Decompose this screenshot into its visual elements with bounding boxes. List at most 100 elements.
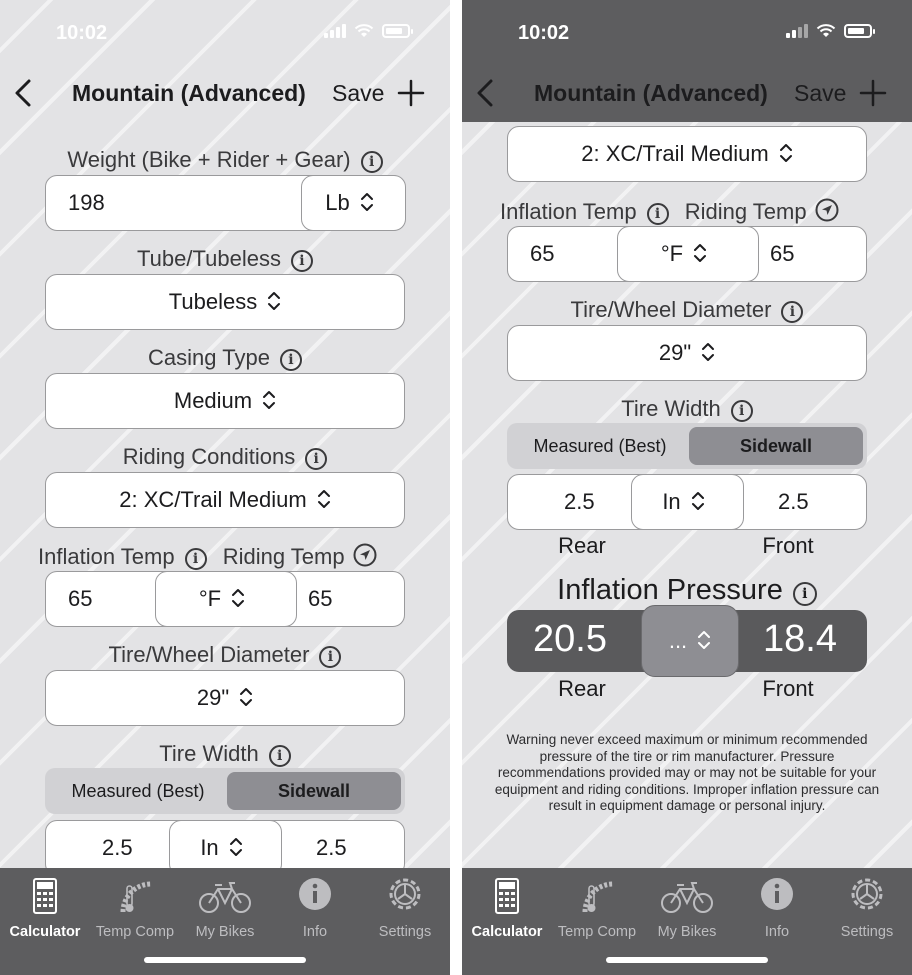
temp-unit-picker[interactable]: °F: [617, 226, 759, 282]
segment-measured[interactable]: Measured (Best): [511, 427, 689, 465]
tab-my-bikes[interactable]: My Bikes: [180, 876, 270, 940]
chevron-updown-icon: [240, 688, 253, 706]
tab-calculator[interactable]: Calculator: [462, 876, 552, 940]
pressure-title: Inflation Pressure: [557, 574, 783, 606]
chevron-updown-icon: [360, 193, 373, 211]
battery-icon: [382, 24, 413, 38]
status-bar: 10:02: [462, 0, 912, 64]
tab-label: Settings: [840, 924, 894, 940]
tab-settings[interactable]: Settings: [360, 876, 450, 940]
temp-unit-picker[interactable]: °F: [155, 571, 297, 627]
add-icon[interactable]: [859, 79, 887, 107]
cellular-signal-icon: [786, 24, 808, 38]
weight-label-row: Weight (Bike + Rider + Gear) i: [0, 147, 450, 173]
thermometer-gauge-icon: [120, 881, 152, 913]
tube-value: Tubeless: [168, 289, 258, 314]
pressure-info-icon[interactable]: i: [792, 582, 817, 606]
status-time: 10:02: [56, 22, 108, 44]
screen-top: 10:02 Mountain (Advanced) Save Weight (B…: [0, 0, 450, 975]
diameter-info-icon[interactable]: i: [319, 646, 342, 668]
weight-label: Weight (Bike + Rider + Gear): [67, 147, 351, 172]
casing-value: Medium: [173, 388, 253, 413]
front-width-value[interactable]: 2.5: [316, 835, 347, 861]
calculator-icon: [495, 878, 519, 914]
tab-label: Calculator: [9, 924, 81, 940]
conditions-picker[interactable]: 2: XC/Trail Medium: [507, 126, 867, 182]
wifi-icon: [354, 24, 374, 37]
diameter-picker[interactable]: 29": [45, 670, 405, 726]
inflation-temp-label: Inflation Temp: [38, 544, 175, 569]
width-info-icon[interactable]: i: [730, 400, 753, 422]
diameter-value: 29": [196, 685, 230, 710]
rear-width-value[interactable]: 2.5: [564, 489, 595, 515]
status-time: 10:02: [518, 22, 570, 44]
save-button[interactable]: Save: [332, 80, 384, 107]
tab-my-bikes[interactable]: My Bikes: [642, 876, 732, 940]
inflation-temp-value[interactable]: 65: [530, 241, 554, 267]
conditions-picker[interactable]: 2: XC/Trail Medium: [45, 472, 405, 528]
rear-pressure-value: 20.5: [533, 618, 607, 660]
thermometer-gauge-icon: [582, 881, 614, 913]
rear-width-value[interactable]: 2.5: [102, 835, 133, 861]
gear-icon: [389, 878, 421, 910]
width-unit-picker[interactable]: In: [631, 474, 744, 530]
front-width-label: Front: [762, 533, 814, 558]
add-icon[interactable]: [397, 79, 425, 107]
segment-measured[interactable]: Measured (Best): [49, 772, 227, 810]
temperature-field[interactable]: 65 °F 65: [507, 226, 867, 282]
tab-settings[interactable]: Settings: [822, 876, 912, 940]
inflation-temp-value[interactable]: 65: [68, 586, 92, 612]
location-arrow-icon[interactable]: [815, 198, 839, 222]
casing-info-icon[interactable]: i: [279, 349, 302, 371]
cellular-signal-icon: [324, 24, 346, 38]
calculator-icon: [33, 878, 57, 914]
width-field[interactable]: 2.5 In 2.5: [507, 474, 867, 530]
riding-temp-value[interactable]: 65: [308, 586, 332, 612]
riding-temp-label: Riding Temp: [222, 544, 345, 569]
back-chevron-icon[interactable]: [474, 78, 498, 108]
tube-info-icon[interactable]: i: [290, 250, 313, 272]
home-indicator: [144, 957, 306, 963]
tab-info[interactable]: Info: [732, 876, 822, 940]
tab-temp-comp[interactable]: Temp Comp: [552, 876, 642, 940]
inflation-temp-info-icon[interactable]: i: [184, 548, 207, 570]
tab-label: Calculator: [471, 924, 543, 940]
inflation-temp-info-icon[interactable]: i: [646, 203, 669, 225]
back-chevron-icon[interactable]: [12, 78, 36, 108]
pressure-unit-picker[interactable]: ...: [641, 605, 739, 677]
bicycle-icon: [199, 882, 251, 913]
location-arrow-icon[interactable]: [353, 543, 377, 567]
segment-sidewall[interactable]: Sidewall: [689, 427, 863, 465]
width-info-icon[interactable]: i: [268, 745, 291, 767]
riding-temp-value[interactable]: 65: [770, 241, 794, 267]
diameter-picker[interactable]: 29": [507, 325, 867, 381]
tab-info[interactable]: Info: [270, 876, 360, 940]
tab-temp-comp[interactable]: Temp Comp: [90, 876, 180, 940]
width-unit: In: [200, 835, 219, 860]
weight-info-icon[interactable]: i: [360, 151, 383, 173]
riding-temp-label: Riding Temp: [684, 199, 807, 224]
inflation-temp-label: Inflation Temp: [500, 199, 637, 224]
conditions-info-icon[interactable]: i: [305, 448, 328, 470]
temperature-field[interactable]: 65 °F 65: [45, 571, 405, 627]
diameter-info-icon[interactable]: i: [781, 301, 804, 323]
chevron-updown-icon: [317, 490, 330, 508]
weight-field[interactable]: 198 Lb: [45, 175, 406, 231]
segment-sidewall[interactable]: Sidewall: [227, 772, 401, 810]
tube-picker[interactable]: Tubeless: [45, 274, 405, 330]
chevron-updown-icon: [232, 589, 245, 607]
tab-label: Info: [302, 924, 328, 940]
tab-calculator[interactable]: Calculator: [0, 876, 90, 940]
front-width-value[interactable]: 2.5: [778, 489, 809, 515]
nav-bar: Mountain (Advanced) Save: [0, 64, 450, 122]
width-mode-segmented: Measured (Best) Sidewall: [507, 423, 867, 469]
weight-unit-picker[interactable]: Lb: [301, 175, 406, 231]
weight-value: 198: [68, 190, 105, 215]
safety-warning: Warning never exceed maximum or minimum …: [494, 732, 880, 814]
pressure-result: 20.5 ... 18.4: [507, 605, 867, 677]
wifi-icon: [816, 24, 836, 37]
width-label: Tire Width: [621, 396, 721, 421]
save-button[interactable]: Save: [794, 80, 846, 107]
casing-picker[interactable]: Medium: [45, 373, 405, 429]
chevron-updown-icon: [702, 343, 715, 361]
